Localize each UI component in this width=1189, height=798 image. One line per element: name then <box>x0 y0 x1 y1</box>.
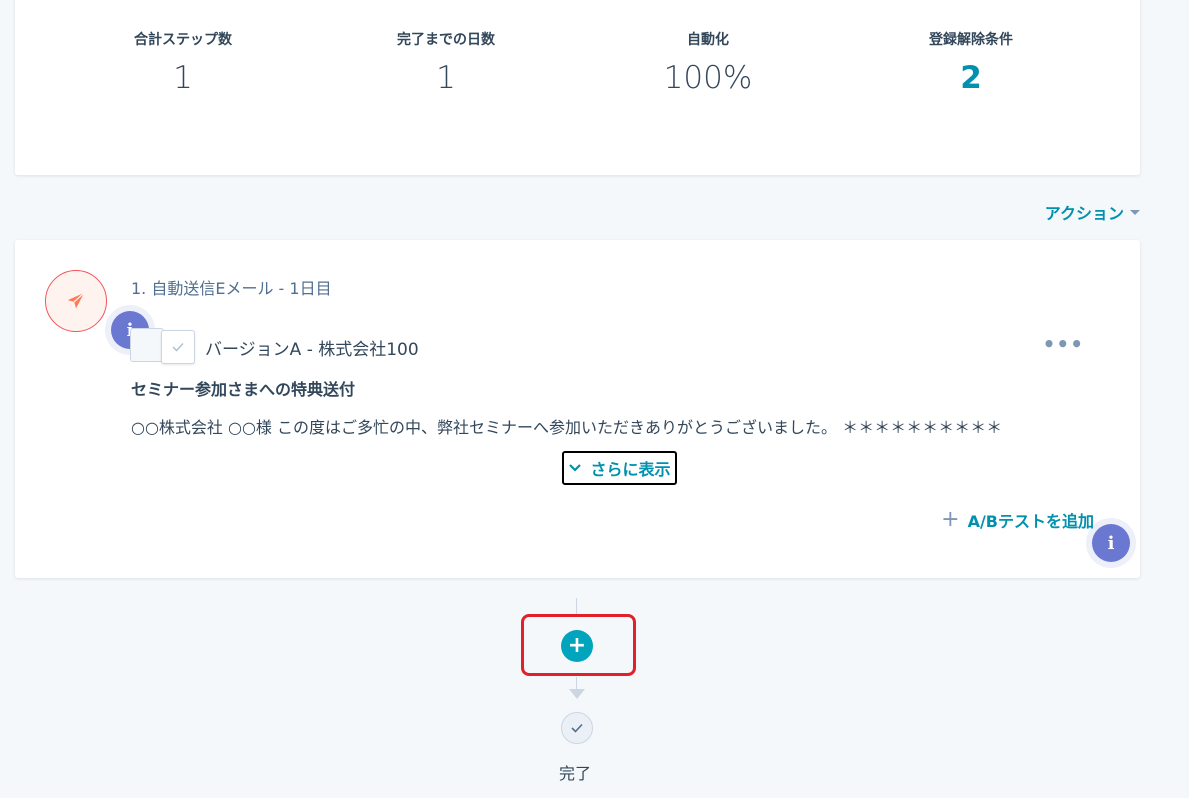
email-preview: ○○株式会社 ○○様 この度はご多忙の中、弊社セミナーへ参加いただきありがとうご… <box>131 418 1003 437</box>
info-icon[interactable]: i <box>1092 524 1130 562</box>
stat-total-steps: 合計ステップ数 1 <box>83 30 283 98</box>
more-options-button[interactable]: ••• <box>1043 332 1084 356</box>
add-ab-test-button[interactable]: + A/Bテストを追加 <box>941 508 1094 532</box>
end-step-icon <box>561 712 593 744</box>
add-step-button[interactable]: + <box>561 630 593 662</box>
add-ab-test-label: A/Bテストを追加 <box>967 512 1094 531</box>
chevron-down-icon <box>569 464 582 472</box>
caret-down-icon <box>1130 209 1140 215</box>
stat-label: 登録解除条件 <box>929 32 1013 48</box>
actions-dropdown[interactable]: アクション <box>1045 200 1140 224</box>
show-more-button[interactable]: さらに表示 <box>562 451 677 485</box>
version-checkbox-back <box>130 328 164 362</box>
step-title: 1. 自動送信Eメール - 1日目 <box>131 279 332 298</box>
stat-label: 自動化 <box>687 32 729 48</box>
show-more-label: さらに表示 <box>590 460 671 479</box>
stat-label: 完了までの日数 <box>397 32 495 48</box>
stat-automation: 自動化 100% <box>608 30 808 98</box>
stat-value-link[interactable]: 2 <box>871 58 1071 98</box>
stats-card: 合計ステップ数 1 完了までの日数 1 自動化 100% 登録解除条件 2 <box>15 0 1140 175</box>
connector-line <box>576 677 577 689</box>
check-icon <box>172 342 184 352</box>
stat-days-to-complete: 完了までの日数 1 <box>346 30 546 98</box>
email-step-card: 1. 自動送信Eメール - 1日目 i バージョンA - 株式会社100 •••… <box>15 240 1140 578</box>
stat-value: 1 <box>173 60 193 96</box>
arrow-down-icon <box>569 689 585 699</box>
paper-plane-icon <box>67 292 85 309</box>
stat-value: 1 <box>436 60 456 96</box>
version-label[interactable]: バージョンA - 株式会社100 <box>205 335 419 360</box>
stat-label: 合計ステップ数 <box>134 32 232 48</box>
version-checkbox[interactable] <box>161 330 195 364</box>
actions-label: アクション <box>1044 204 1124 223</box>
check-icon <box>571 723 583 733</box>
email-subject: セミナー参加さまへの特典送付 <box>131 380 356 399</box>
end-label: 完了 <box>559 764 592 783</box>
stat-unenroll-criteria[interactable]: 登録解除条件 2 <box>871 30 1071 98</box>
email-step-icon <box>45 270 107 332</box>
stat-value: 100% <box>663 60 753 96</box>
plus-icon: + <box>941 507 960 532</box>
